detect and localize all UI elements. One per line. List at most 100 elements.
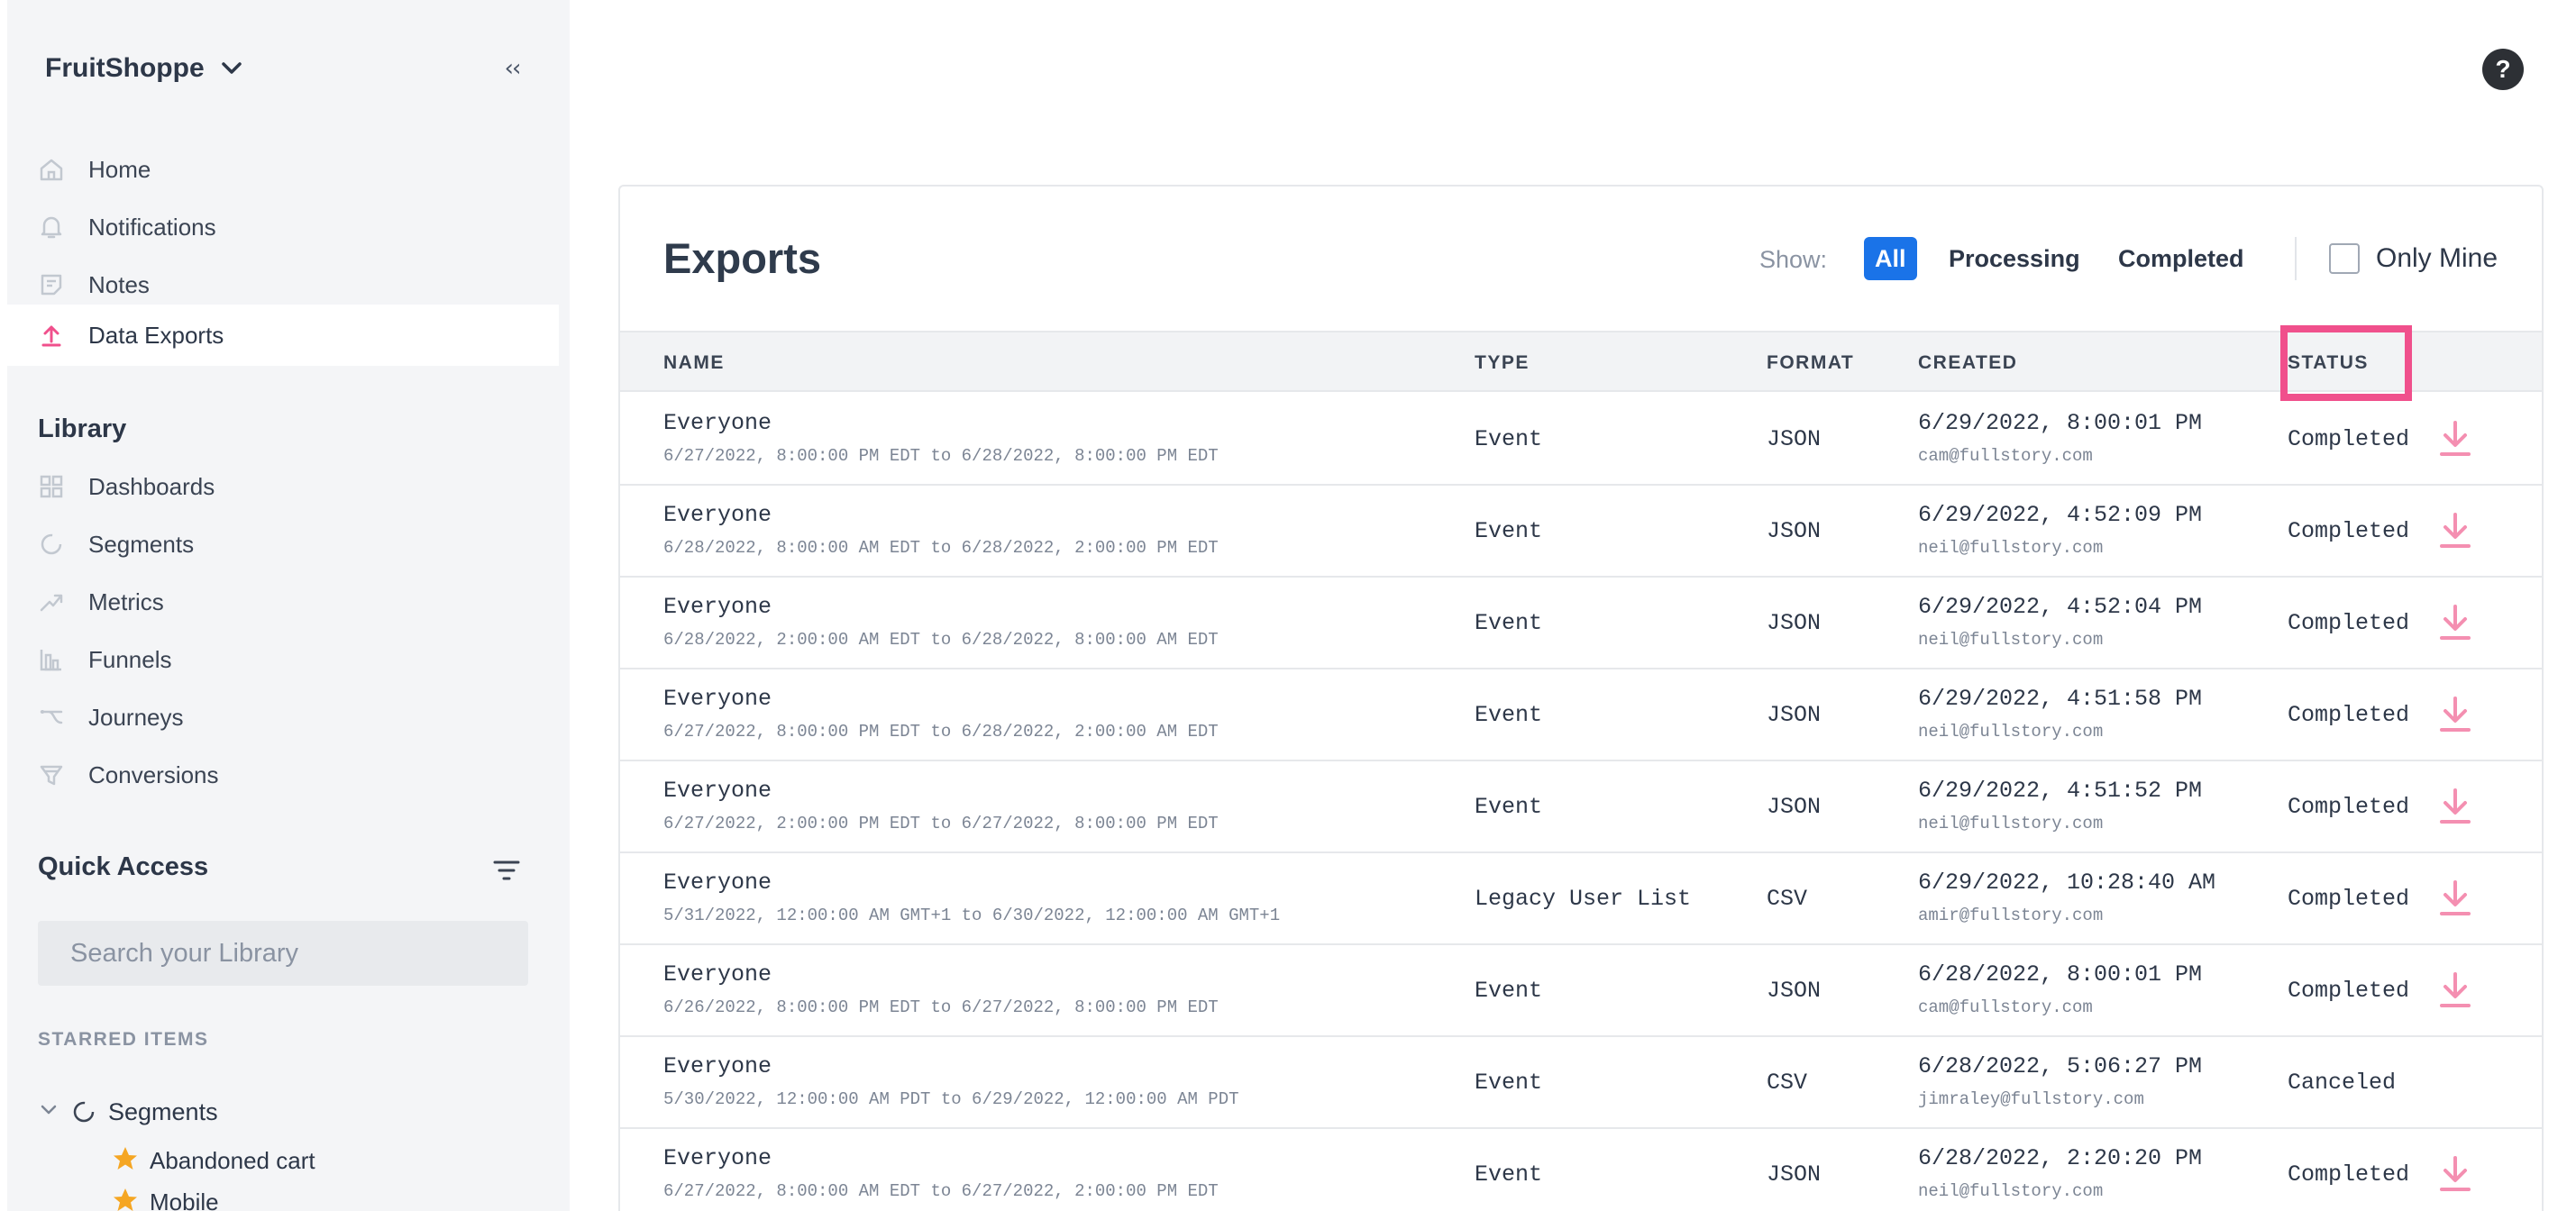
nav-label: Home <box>88 155 151 183</box>
download-icon[interactable] <box>2437 419 2473 459</box>
column-header-created[interactable]: CREATED <box>1918 352 2017 374</box>
export-status: Completed <box>2288 426 2410 452</box>
status-column-highlight <box>2280 325 2412 401</box>
table-row[interactable]: Everyone 5/31/2022, 12:00:00 AM GMT+1 to … <box>620 853 2542 945</box>
export-created: 6/29/2022, 4:52:04 PM <box>1918 594 2203 620</box>
filter-all-button[interactable]: All <box>1864 237 1917 280</box>
export-format: JSON <box>1767 610 1822 636</box>
export-type: Legacy User List <box>1475 886 1692 912</box>
help-button[interactable]: ? <box>2482 49 2524 90</box>
nav-item-journeys[interactable]: Journeys <box>7 688 559 746</box>
export-created: 6/29/2022, 4:51:58 PM <box>1918 686 2203 712</box>
filter-icon[interactable] <box>492 857 521 884</box>
nav-item-home[interactable]: Home <box>7 141 559 198</box>
nav-label: Notifications <box>88 213 216 241</box>
nav-label: Funnels <box>88 645 172 673</box>
show-filter-label: Show: <box>1759 246 1828 273</box>
nav-item-conversions[interactable]: Conversions <box>7 746 559 804</box>
nav-item-metrics[interactable]: Metrics <box>7 573 559 631</box>
funnel-icon <box>38 646 65 673</box>
download-icon[interactable] <box>2437 970 2473 1010</box>
export-created: 6/29/2022, 4:51:52 PM <box>1918 778 2203 804</box>
export-date-range: 5/31/2022, 12:00:00 AM GMT+1 to 6/30/202… <box>663 906 1281 925</box>
download-icon[interactable] <box>2437 879 2473 918</box>
export-type: Event <box>1475 1161 1543 1188</box>
nav-item-data-exports[interactable]: Data Exports <box>7 305 559 366</box>
star-icon <box>112 1145 139 1177</box>
export-created: 6/29/2022, 4:52:09 PM <box>1918 502 2203 528</box>
export-status: Completed <box>2288 886 2410 912</box>
download-icon[interactable] <box>2437 695 2473 734</box>
export-name: Everyone <box>663 778 772 804</box>
export-creator-email: jimraley@fullstory.com <box>1918 1089 2144 1109</box>
filter-completed-button[interactable]: Completed <box>2107 237 2255 280</box>
only-mine-checkbox[interactable] <box>2329 243 2360 274</box>
export-date-range: 6/28/2022, 8:00:00 AM EDT to 6/28/2022, … <box>663 538 1219 558</box>
nav-label: Notes <box>88 270 150 298</box>
export-format: JSON <box>1767 978 1822 1004</box>
tree-group-label: Segments <box>108 1097 218 1125</box>
export-date-range: 6/28/2022, 2:00:00 AM EDT to 6/28/2022, … <box>663 630 1219 650</box>
page-title: Exports <box>663 234 821 282</box>
table-row[interactable]: Everyone 5/30/2022, 12:00:00 AM PDT to 6/… <box>620 1037 2542 1129</box>
filter-divider <box>2295 237 2297 280</box>
export-format: CSV <box>1767 1070 1808 1096</box>
nav-item-notifications[interactable]: Notifications <box>7 198 559 256</box>
column-header-name[interactable]: NAME <box>663 352 725 374</box>
export-name: Everyone <box>663 961 772 988</box>
export-date-range: 6/26/2022, 8:00:00 PM EDT to 6/27/2022, … <box>663 997 1219 1017</box>
library-search-input[interactable] <box>38 921 528 986</box>
segment-icon <box>38 531 65 558</box>
export-status: Completed <box>2288 794 2410 820</box>
starred-items-label: STARRED ITEMS <box>38 1029 209 1050</box>
export-creator-email: cam@fullstory.com <box>1918 997 2093 1017</box>
only-mine-toggle[interactable]: Only Mine <box>2329 241 2498 277</box>
table-row[interactable]: Everyone 6/26/2022, 8:00:00 PM EDT to 6/2… <box>620 945 2542 1037</box>
filter-processing-button[interactable]: Processing <box>1938 237 2091 280</box>
starred-item-label: Mobile <box>150 1188 219 1211</box>
export-format: JSON <box>1767 518 1822 544</box>
starred-item-mobile[interactable]: Mobile <box>112 1184 219 1211</box>
org-name: FruitShoppe <box>45 53 205 83</box>
table-header: NAME TYPE FORMAT CREATED STATUS <box>620 325 2542 401</box>
export-type: Event <box>1475 1070 1543 1096</box>
export-type: Event <box>1475 794 1543 820</box>
collapse-sidebar-icon[interactable]: ‹‹ <box>494 52 530 85</box>
export-date-range: 6/27/2022, 8:00:00 PM EDT to 6/28/2022, … <box>663 446 1219 466</box>
export-creator-email: neil@fullstory.com <box>1918 1181 2104 1201</box>
table-row[interactable]: Everyone 6/27/2022, 8:00:00 AM EDT to 6/2… <box>620 1129 2542 1211</box>
export-format: JSON <box>1767 794 1822 820</box>
nav-item-funnels[interactable]: Funnels <box>7 631 559 688</box>
export-created: 6/28/2022, 2:20:20 PM <box>1918 1145 2203 1171</box>
starred-item-abandoned-cart[interactable]: Abandoned cart <box>112 1143 315 1179</box>
download-icon[interactable] <box>2437 603 2473 642</box>
table-row[interactable]: Everyone 6/27/2022, 8:00:00 PM EDT to 6/2… <box>620 394 2542 486</box>
export-name: Everyone <box>663 594 772 620</box>
org-switcher[interactable]: FruitShoppe <box>45 50 242 86</box>
export-date-range: 5/30/2022, 12:00:00 AM PDT to 6/29/2022,… <box>663 1089 1239 1109</box>
metrics-icon <box>38 588 65 615</box>
table-row[interactable]: Everyone 6/28/2022, 8:00:00 AM EDT to 6/2… <box>620 486 2542 578</box>
export-name: Everyone <box>663 1145 772 1171</box>
nav-item-segments[interactable]: Segments <box>7 515 559 573</box>
export-created: 6/29/2022, 8:00:01 PM <box>1918 410 2203 436</box>
nav-item-dashboards[interactable]: Dashboards <box>7 458 559 515</box>
column-header-type[interactable]: TYPE <box>1475 352 1530 374</box>
export-status: Completed <box>2288 1161 2410 1188</box>
column-header-format[interactable]: FORMAT <box>1767 352 1854 374</box>
export-format: JSON <box>1767 426 1822 452</box>
table-row[interactable]: Everyone 6/27/2022, 8:00:00 PM EDT to 6/2… <box>620 669 2542 761</box>
export-status: Completed <box>2288 610 2410 636</box>
export-created: 6/28/2022, 8:00:01 PM <box>1918 961 2203 988</box>
download-icon[interactable] <box>2437 1154 2473 1194</box>
download-icon[interactable] <box>2437 511 2473 551</box>
table-row[interactable]: Everyone 6/28/2022, 2:00:00 AM EDT to 6/2… <box>620 578 2542 669</box>
table-row[interactable]: Everyone 6/27/2022, 2:00:00 PM EDT to 6/2… <box>620 761 2542 853</box>
export-format: JSON <box>1767 1161 1822 1188</box>
starred-group-segments[interactable]: Segments <box>38 1094 218 1130</box>
nav-label: Data Exports <box>88 321 224 349</box>
download-icon[interactable] <box>2437 787 2473 826</box>
export-date-range: 6/27/2022, 2:00:00 PM EDT to 6/27/2022, … <box>663 814 1219 833</box>
export-creator-email: neil@fullstory.com <box>1918 630 2104 650</box>
export-creator-email: cam@fullstory.com <box>1918 446 2093 466</box>
